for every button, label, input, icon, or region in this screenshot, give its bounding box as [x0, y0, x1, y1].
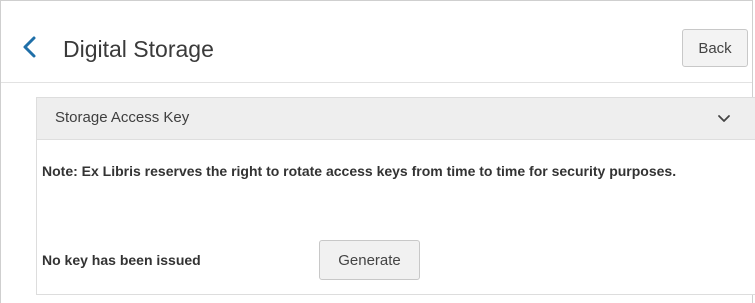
app-window: Digital Storage Back Storage Access Key … [0, 0, 755, 303]
panel-header[interactable]: Storage Access Key [37, 98, 755, 140]
generate-button[interactable]: Generate [319, 240, 420, 280]
storage-access-key-panel: Storage Access Key Note: Ex Libris reser… [36, 97, 755, 295]
page-header: Digital Storage Back [1, 1, 752, 83]
chevron-down-icon[interactable] [717, 113, 731, 125]
security-note: Note: Ex Libris reserves the right to ro… [42, 163, 677, 179]
panel-title: Storage Access Key [55, 109, 190, 126]
page-title: Digital Storage [63, 36, 214, 62]
back-button[interactable]: Back [682, 29, 748, 67]
chevron-left-icon[interactable] [21, 35, 39, 59]
key-status-text: No key has been issued [42, 252, 201, 268]
